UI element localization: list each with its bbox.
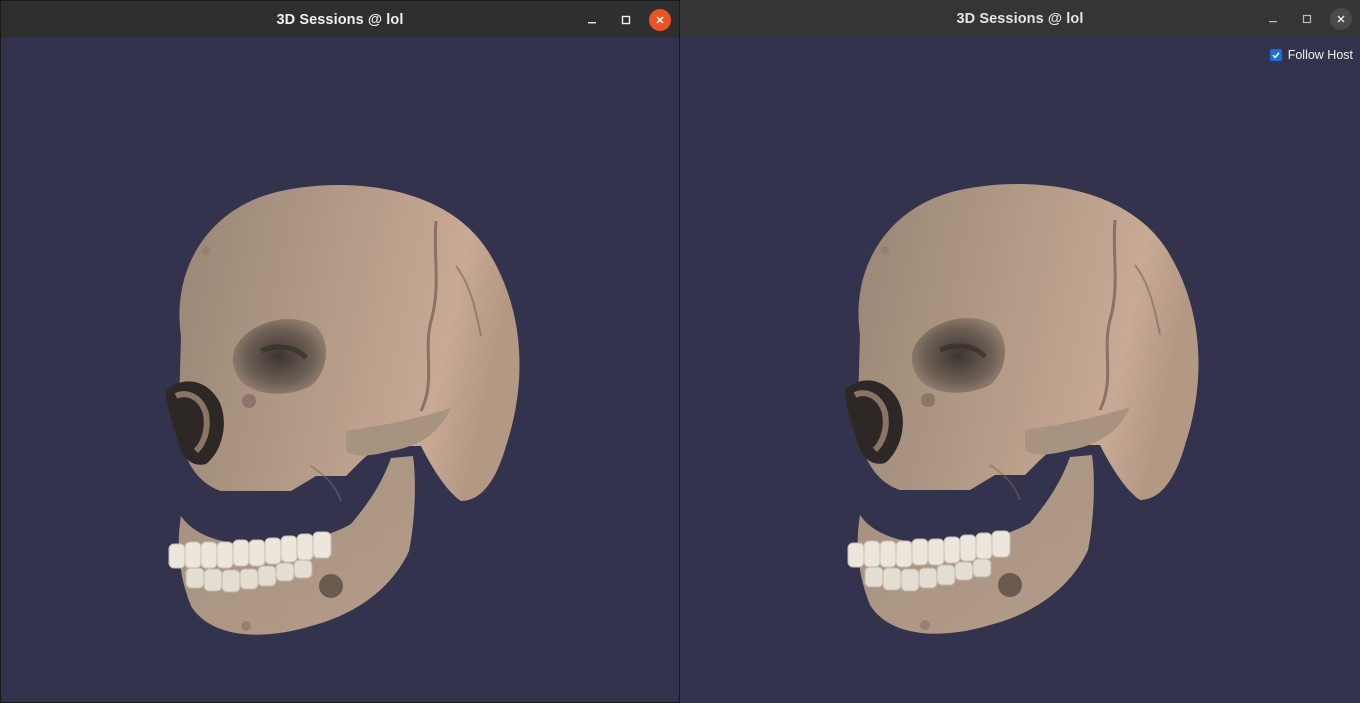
close-button[interactable] — [1330, 7, 1352, 30]
close-icon — [1337, 15, 1345, 22]
window-controls — [569, 1, 671, 38]
titlebar[interactable]: 3D Sessions @ lol — [680, 0, 1360, 37]
window-title: 3D Sessions @ lol — [956, 10, 1084, 27]
3d-viewport[interactable] — [1, 38, 679, 702]
minimize-button[interactable] — [1262, 8, 1284, 30]
maximize-button[interactable] — [1296, 8, 1318, 30]
maximize-icon — [1302, 14, 1312, 23]
titlebar[interactable]: 3D Sessions @ lol — [1, 1, 679, 38]
follow-host-toggle[interactable]: Follow Host — [1269, 48, 1353, 62]
window-right: 3D Sessions @ lol Follow Host — [680, 0, 1360, 703]
minimize-button[interactable] — [581, 9, 603, 31]
follow-host-checkbox[interactable] — [1269, 49, 1282, 61]
close-button[interactable] — [649, 8, 671, 31]
skull-model — [830, 145, 1210, 645]
3d-viewport[interactable]: Follow Host — [680, 37, 1360, 703]
close-icon — [656, 15, 664, 24]
follow-host-label: Follow Host — [1287, 48, 1353, 62]
minimize-icon — [588, 21, 596, 23]
minimize-icon — [1269, 20, 1277, 22]
window-left: 3D Sessions @ lol — [0, 0, 680, 703]
window-title: 3D Sessions @ lol — [276, 11, 404, 28]
skull-model — [151, 146, 531, 646]
maximize-button[interactable] — [615, 9, 637, 31]
window-controls — [1250, 0, 1352, 37]
maximize-icon — [621, 15, 631, 24]
checkmark-icon — [1272, 52, 1280, 59]
